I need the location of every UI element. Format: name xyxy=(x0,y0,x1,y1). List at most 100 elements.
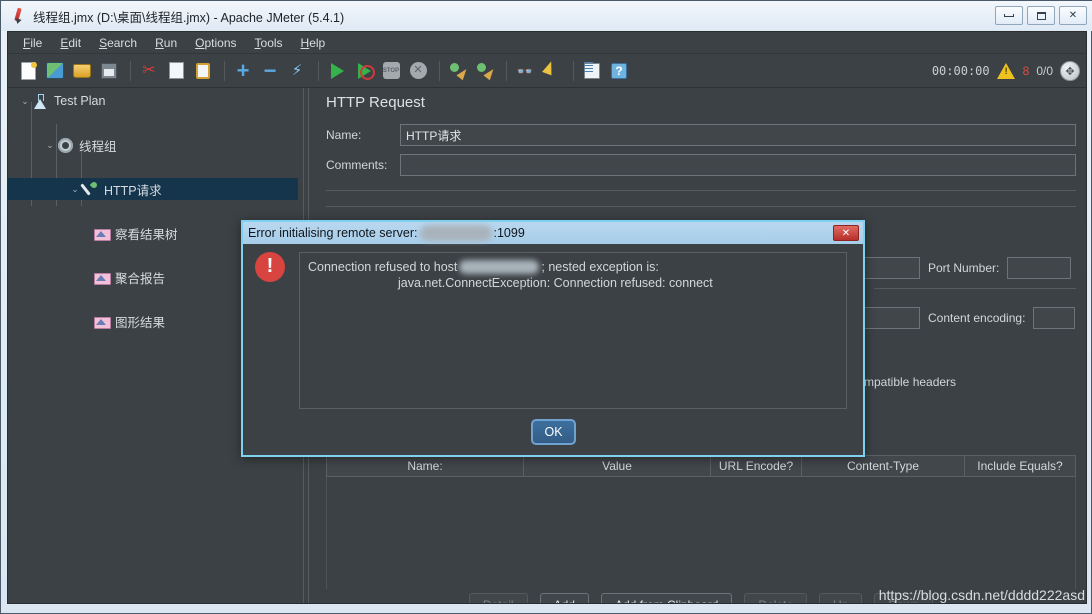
dialog-message-line-1: Connection refused to host ; nested exce… xyxy=(308,259,838,275)
add-button[interactable]: Add xyxy=(539,593,589,603)
port-label: Port Number: xyxy=(928,261,1000,275)
parameters-table-body[interactable] xyxy=(326,477,1076,589)
toolbar-separator xyxy=(224,60,225,81)
thread-group-icon xyxy=(57,137,74,154)
maximize-button[interactable] xyxy=(1027,6,1055,25)
tree-node-test-plan[interactable]: ⌄ Test Plan xyxy=(8,90,298,112)
parameters-table-header: Name: Value URL Encode? Content-Type Inc… xyxy=(326,455,1076,477)
column-header-value[interactable]: Value xyxy=(524,456,711,476)
active-threads-count: 0/0 xyxy=(1036,64,1053,78)
menu-file[interactable]: File xyxy=(14,34,51,52)
dialog-message-box: Connection refused to host ; nested exce… xyxy=(299,252,847,409)
listener-icon xyxy=(93,225,111,242)
templates-icon[interactable] xyxy=(43,59,67,83)
warning-triangle-icon[interactable]: ! xyxy=(996,62,1016,80)
tree-node-label: 聚合报告 xyxy=(115,271,166,286)
dialog-titlebar: Error initialising remote server: :1099 xyxy=(243,222,863,244)
name-input[interactable]: HTTP请求 xyxy=(400,124,1076,146)
reset-search-icon[interactable] xyxy=(540,59,564,83)
window-controls: ✕ xyxy=(995,6,1087,25)
comments-label: Comments: xyxy=(326,158,388,172)
function-helper-icon[interactable] xyxy=(580,59,604,83)
content-encoding-row: Content encoding: xyxy=(852,307,1076,329)
delete-button[interactable]: Delete xyxy=(744,593,808,603)
toolbar-separator xyxy=(439,60,440,81)
help-icon[interactable]: ? xyxy=(607,59,631,83)
detail-button[interactable]: Detail xyxy=(468,593,528,603)
toolbar-separator xyxy=(573,60,574,81)
dialog-title: Error initialising remote server: :1099 xyxy=(248,225,525,241)
toggle-icon[interactable]: ⚡ xyxy=(285,59,309,83)
search-icon[interactable]: 👓 xyxy=(513,59,537,83)
column-header-name[interactable]: Name: xyxy=(327,456,524,476)
tree-node-thread-group[interactable]: ⌄ 线程组 xyxy=(8,134,298,156)
browser-compatible-headers-label: mpatible headers xyxy=(864,375,957,389)
expand-all-icon[interactable]: + xyxy=(231,59,255,83)
cut-icon[interactable]: ✂ xyxy=(137,59,161,83)
window-title: 线程组.jmx (D:\桌面\线程组.jmx) - Apache JMeter … xyxy=(33,10,345,25)
window-titlebar: 线程组.jmx (D:\桌面\线程组.jmx) - Apache JMeter … xyxy=(1,1,1092,31)
dialog-close-button[interactable]: ✕ xyxy=(833,225,859,241)
menu-options[interactable]: Options xyxy=(186,34,245,52)
os-window-frame: 线程组.jmx (D:\桌面\线程组.jmx) - Apache JMeter … xyxy=(0,0,1092,614)
content-encoding-input[interactable] xyxy=(1033,307,1076,329)
ok-button[interactable]: OK xyxy=(531,419,576,445)
start-icon[interactable] xyxy=(325,59,349,83)
port-input[interactable] xyxy=(1007,257,1072,279)
new-document-icon[interactable] xyxy=(16,59,40,83)
listener-icon xyxy=(93,269,111,286)
toolbar-separator xyxy=(130,60,131,81)
dialog-message-prefix: Connection refused to host xyxy=(308,260,458,274)
close-button[interactable]: ✕ xyxy=(1059,6,1087,25)
tree-node-label: Test Plan xyxy=(54,94,106,108)
tree-node-http-request[interactable]: ⌄ HTTP请求 xyxy=(8,178,298,200)
page-title: HTTP Request xyxy=(326,94,425,111)
copy-icon[interactable] xyxy=(164,59,188,83)
start-no-pauses-icon[interactable] xyxy=(352,59,376,83)
dialog-title-suffix: :1099 xyxy=(493,226,525,240)
comments-input[interactable] xyxy=(400,154,1076,176)
column-header-content-type[interactable]: Content-Type xyxy=(802,456,965,476)
toolbar-separator xyxy=(506,60,507,81)
content-encoding-label: Content encoding: xyxy=(928,311,1026,325)
warning-count: 8 xyxy=(1022,64,1030,78)
save-icon[interactable] xyxy=(97,59,121,83)
jmeter-app-icon xyxy=(9,7,27,25)
remote-status-icon[interactable]: ✥ xyxy=(1060,61,1080,81)
error-circle-icon: ! xyxy=(255,252,285,282)
menu-tools[interactable]: Tools xyxy=(246,34,292,52)
add-from-clipboard-button[interactable]: Add from Clipboard xyxy=(600,593,733,603)
minimize-button[interactable] xyxy=(995,6,1023,25)
http-request-icon xyxy=(82,181,99,198)
menu-search[interactable]: Search xyxy=(90,34,146,52)
chevron-down-icon[interactable]: ⌄ xyxy=(43,140,57,151)
clear-all-icon[interactable] xyxy=(473,59,497,83)
toolbar-status-group: 00:00:00 ! 8 0/0 ✥ xyxy=(932,54,1080,88)
listener-icon xyxy=(93,313,111,330)
menu-run[interactable]: Run xyxy=(146,34,186,52)
open-icon[interactable] xyxy=(70,59,94,83)
dialog-message-line-2: java.net.ConnectException: Connection re… xyxy=(398,276,713,290)
test-plan-icon xyxy=(32,93,49,110)
section-divider xyxy=(326,206,1076,207)
paste-icon[interactable] xyxy=(191,59,215,83)
up-button[interactable]: Up xyxy=(819,593,863,603)
menu-edit[interactable]: Edit xyxy=(51,34,90,52)
menu-help[interactable]: Help xyxy=(292,34,335,52)
collapse-all-icon[interactable]: − xyxy=(258,59,282,83)
dialog-message-suffix: ; nested exception is: xyxy=(541,260,659,274)
column-header-url-encode[interactable]: URL Encode? xyxy=(711,456,802,476)
chevron-down-icon[interactable]: ⌄ xyxy=(18,96,32,107)
clear-icon[interactable] xyxy=(446,59,470,83)
redacted-host-blur xyxy=(419,225,492,241)
dialog-title-prefix: Error initialising remote server: xyxy=(248,226,418,240)
close-icon: ✕ xyxy=(841,227,851,239)
column-header-include-equals[interactable]: Include Equals? xyxy=(965,456,1075,476)
tree-node-label: 线程组 xyxy=(79,139,117,154)
redacted-host-blur xyxy=(459,260,540,274)
stop-icon: STOP xyxy=(379,59,403,83)
jmeter-application: File Edit Search Run Options Tools Help … xyxy=(7,31,1087,604)
tree-node-label: 图形结果 xyxy=(115,315,166,330)
section-divider xyxy=(874,288,1076,289)
section-divider xyxy=(326,190,1076,191)
